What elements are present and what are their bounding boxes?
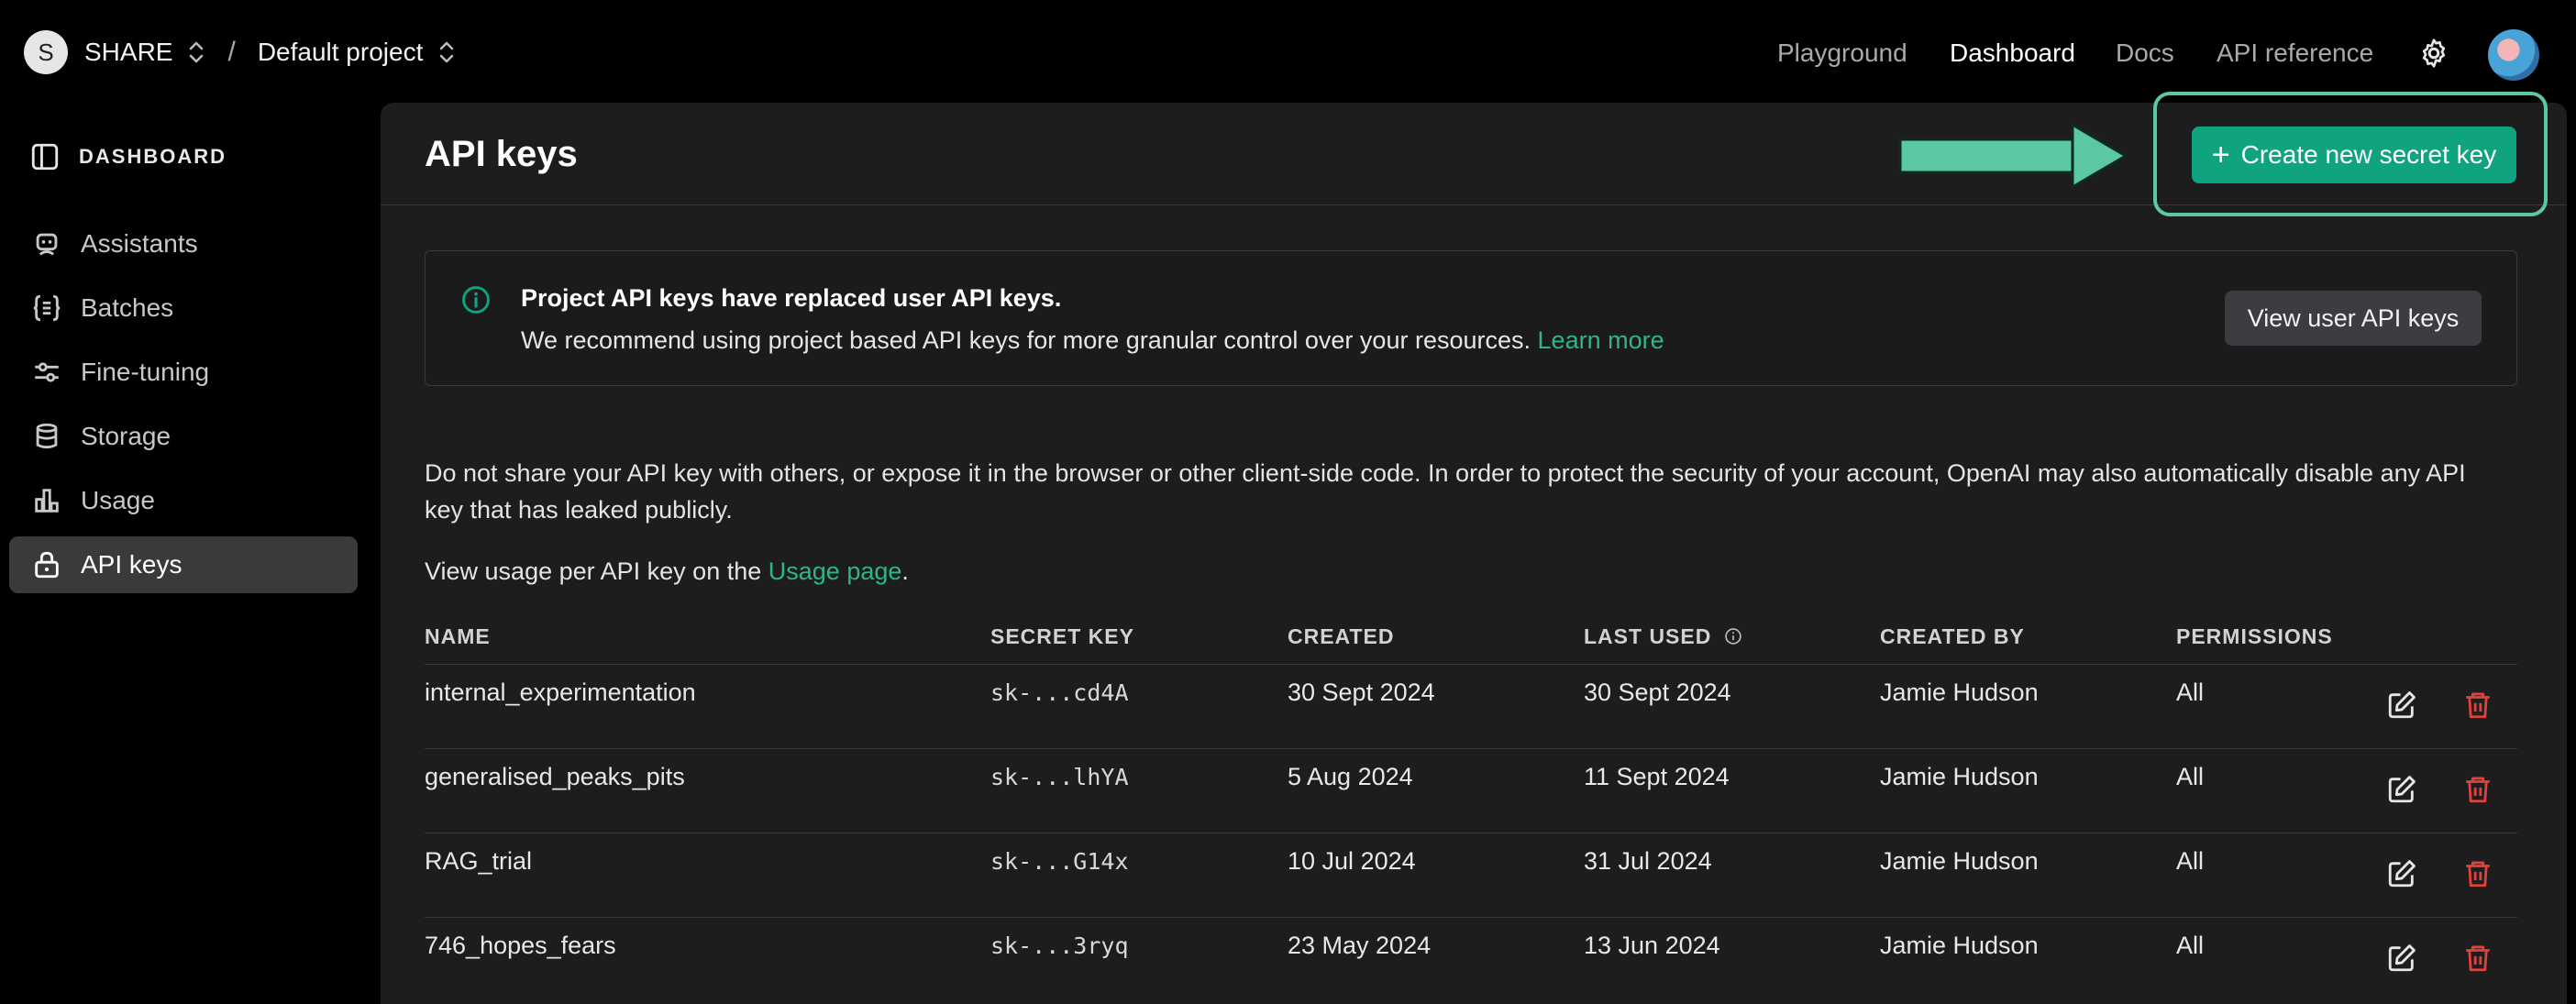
sidebar-header-label: DASHBOARD — [79, 145, 227, 168]
bar-chart-icon — [35, 489, 59, 513]
permissions: All — [2176, 932, 2205, 959]
column-header-created: CREATED — [1288, 624, 1395, 648]
created-date: 23 May 2024 — [1288, 932, 1432, 959]
created-date: 30 Sept 2024 — [1288, 679, 1435, 706]
column-header-secret-key: SECRET KEY — [990, 624, 1134, 648]
warning-line: Do not share your API key with others, o… — [425, 459, 2466, 487]
created-date: 5 Aug 2024 — [1288, 763, 1413, 790]
org-switcher[interactable]: S SHARE / Default project — [24, 30, 456, 74]
sidebar-item-fine-tuning[interactable]: Fine-tuning — [9, 344, 358, 401]
row-divider — [425, 748, 2517, 749]
created-by: Jamie Hudson — [1880, 679, 2039, 706]
usage-note: View usage per API key on the Usage page… — [425, 553, 2525, 590]
sliders-icon — [35, 362, 59, 382]
edit-icon[interactable] — [2386, 690, 2417, 721]
top-bar: S SHARE / Default project Playground Das… — [0, 0, 2576, 101]
usage-page-link[interactable]: Usage page — [768, 557, 902, 585]
permissions: All — [2176, 763, 2205, 790]
last-used-date: 13 Jun 2024 — [1584, 932, 1720, 959]
notice-body-line: We recommend using project based API key… — [521, 326, 1664, 355]
trash-icon[interactable] — [2462, 943, 2493, 974]
sidebar-item-api-keys[interactable]: API keys — [9, 536, 358, 593]
usage-suffix: . — [901, 557, 909, 585]
nav-playground[interactable]: Playground — [1777, 39, 1907, 68]
usage-prefix: View usage per API key on the — [425, 557, 762, 585]
sidebar-item-storage[interactable]: Storage — [9, 408, 358, 465]
row-divider — [425, 917, 2517, 918]
nav-docs[interactable]: Docs — [2116, 39, 2174, 68]
sidebar-item-batches[interactable]: Batches — [9, 280, 358, 337]
secret-key: sk-...lhYA — [990, 764, 1129, 790]
gear-icon[interactable] — [2417, 37, 2450, 70]
trash-icon[interactable] — [2462, 690, 2493, 721]
robot-icon — [36, 233, 58, 256]
column-header-created-by: CREATED BY — [1880, 624, 2025, 648]
nav-dashboard[interactable]: Dashboard — [1950, 39, 2075, 68]
org-name: SHARE — [84, 38, 173, 66]
arrow-right-icon — [1898, 123, 2128, 189]
key-name: generalised_peaks_pits — [425, 763, 685, 790]
edit-icon[interactable] — [2386, 943, 2417, 974]
warning-text: Do not share your API key with others, o… — [425, 455, 2525, 528]
nav-api-reference[interactable]: API reference — [2217, 39, 2373, 68]
sidebar-toggle-icon[interactable] — [29, 141, 61, 172]
permissions: All — [2176, 847, 2205, 875]
notice-heading: Project API keys have replaced user API … — [521, 284, 1062, 312]
row-divider — [425, 664, 2517, 665]
sidebar: DASHBOARD Assistants Batches Fine-tuning… — [0, 101, 367, 1004]
last-used-date: 11 Sept 2024 — [1584, 763, 1730, 790]
secret-key: sk-...cd4A — [990, 679, 1129, 706]
info-icon[interactable] — [1724, 627, 1742, 645]
notice-banner: Project API keys have replaced user API … — [425, 250, 2517, 386]
last-used-date: 30 Sept 2024 — [1584, 679, 1731, 706]
key-name: internal_experimentation — [425, 679, 696, 706]
plus-icon: + — [2211, 137, 2230, 172]
created-by: Jamie Hudson — [1880, 763, 2039, 790]
chevron-up-down-icon[interactable] — [437, 39, 456, 66]
secret-key: sk-...3ryq — [990, 932, 1129, 959]
notice-body: We recommend using project based API key… — [521, 326, 1531, 354]
project-name[interactable]: Default project — [258, 38, 424, 67]
org-avatar: S — [24, 30, 68, 74]
column-header-permissions: PERMISSIONS — [2176, 624, 2333, 648]
created-date: 10 Jul 2024 — [1288, 847, 1416, 875]
sidebar-item-label: Assistants — [81, 229, 198, 258]
created-by: Jamie Hudson — [1880, 932, 2039, 959]
view-user-api-keys-button[interactable]: View user API keys — [2225, 291, 2482, 346]
info-icon — [462, 286, 490, 314]
permissions: All — [2176, 679, 2205, 706]
column-header-last-used-label: LAST USED — [1584, 624, 1712, 648]
sidebar-item-usage[interactable]: Usage — [9, 472, 358, 529]
column-header-name: NAME — [425, 624, 491, 648]
edit-icon[interactable] — [2386, 774, 2417, 805]
column-header-last-used: LAST USED — [1584, 624, 1742, 649]
created-by: Jamie Hudson — [1880, 847, 2039, 875]
warning-line: key that has leaked publicly. — [425, 496, 733, 524]
sidebar-item-label: Usage — [81, 486, 155, 514]
create-secret-key-button[interactable]: + Create new secret key — [2192, 127, 2516, 183]
database-icon — [36, 423, 58, 449]
sidebar-item-label: API keys — [81, 550, 182, 579]
sidebar-header[interactable]: DASHBOARD — [29, 141, 227, 172]
key-name: RAG_trial — [425, 847, 533, 875]
edit-icon[interactable] — [2386, 858, 2417, 889]
secret-key: sk-...G14x — [990, 848, 1129, 875]
last-used-date: 31 Jul 2024 — [1584, 847, 1712, 875]
learn-more-link[interactable]: Learn more — [1538, 326, 1664, 354]
sidebar-item-label: Batches — [81, 293, 174, 322]
braces-list-icon — [33, 294, 61, 322]
create-secret-key-label: Create new secret key — [2240, 140, 2497, 169]
lock-icon — [35, 551, 59, 579]
trash-icon[interactable] — [2462, 774, 2493, 805]
sidebar-item-label: Storage — [81, 422, 171, 450]
user-avatar[interactable] — [2488, 29, 2539, 81]
sidebar-item-assistants[interactable]: Assistants — [9, 215, 358, 272]
sidebar-item-label: Fine-tuning — [81, 358, 210, 386]
trash-icon[interactable] — [2462, 858, 2493, 889]
breadcrumb-separator: / — [227, 37, 236, 67]
chevron-up-down-icon — [190, 41, 204, 63]
page-title: API keys — [425, 134, 578, 174]
key-name: 746_hopes_fears — [425, 932, 616, 959]
